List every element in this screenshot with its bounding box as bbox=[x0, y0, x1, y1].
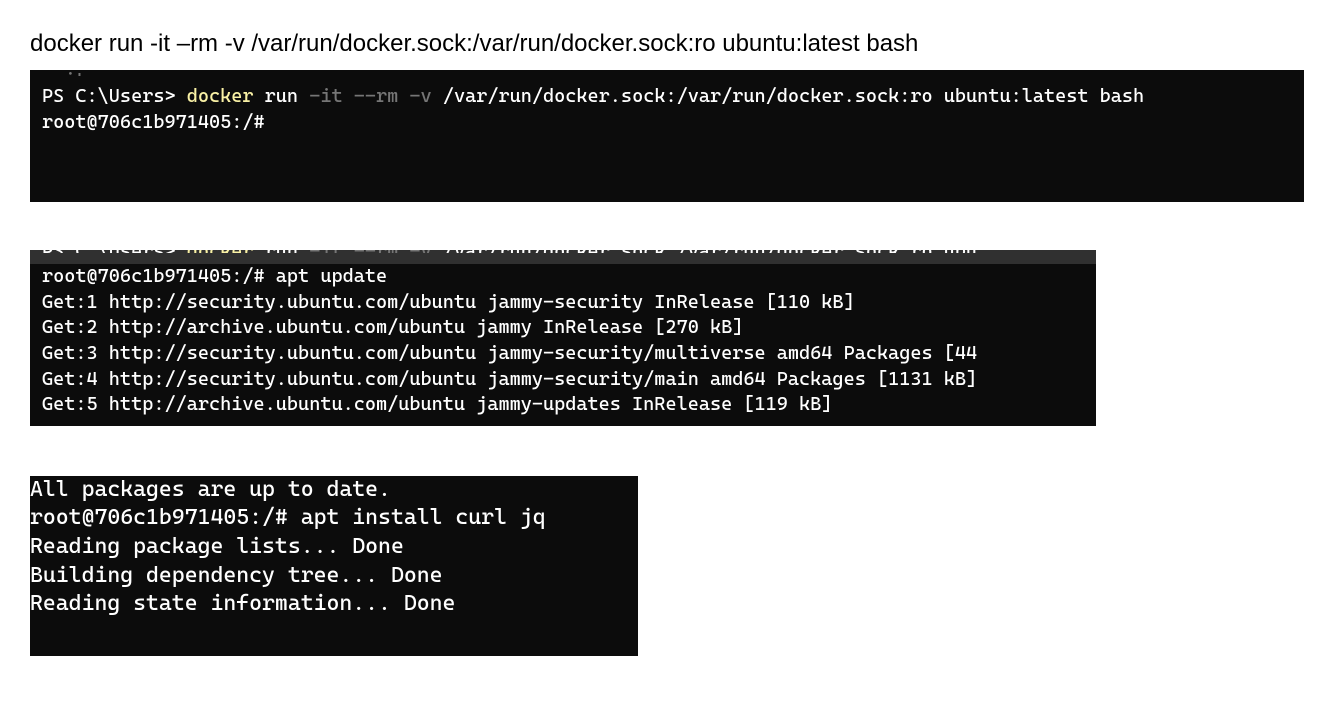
terminal-3-line1: All packages are up to date. bbox=[30, 477, 391, 502]
terminal-2-line1-docker: docker bbox=[187, 250, 254, 253]
terminal-3-line3: Reading package lists... Done bbox=[30, 534, 404, 559]
terminal-3-line5: Reading state information... Done bbox=[30, 591, 455, 616]
terminal-2-line1-prompt: PS C:\Users> bbox=[42, 250, 187, 253]
terminal-2-line2: root@706c1b971405:/# apt update bbox=[42, 265, 387, 287]
terminal-block-3: All packages are up to date. root@706c1b… bbox=[30, 476, 638, 656]
terminal-2-line1-rest1: run bbox=[254, 250, 310, 253]
terminal-1-exit-fragment: exit bbox=[42, 70, 1292, 76]
page-title: docker run -it –rm -v /var/run/docker.so… bbox=[30, 30, 1290, 58]
terminal-2-line3: Get:1 http://security.ubuntu.com/ubuntu … bbox=[42, 291, 855, 313]
terminal-1-cmd-flags: -it --rm -v bbox=[309, 85, 431, 107]
terminal-block-1: exitPS C:\Users> docker run -it --rm -v … bbox=[30, 70, 1304, 202]
terminal-2-line7: Get:5 http://archive.ubuntu.com/ubuntu j… bbox=[42, 393, 832, 415]
terminal-1-cmd-rest2: /var/run/docker.sock:/var/run/docker.soc… bbox=[432, 85, 1145, 107]
terminal-1-line2: root@706c1b971405:/# bbox=[42, 111, 265, 133]
terminal-2-line4: Get:2 http://archive.ubuntu.com/ubuntu j… bbox=[42, 316, 743, 338]
terminal-3-line4: Building dependency tree... Done bbox=[30, 563, 443, 588]
terminal-3-line2: root@706c1b971405:/# apt install curl jq bbox=[30, 505, 546, 530]
terminal-2-line5: Get:3 http://security.ubuntu.com/ubuntu … bbox=[42, 342, 977, 364]
terminal-1-cmd-rest1: run bbox=[254, 85, 310, 107]
terminal-2-line1-flags: -it --rm -v bbox=[309, 250, 431, 253]
terminal-2-line1-rest2: /var/run/docker.sock:/var/run/docker.soc… bbox=[432, 250, 978, 253]
terminal-2-line6: Get:4 http://security.ubuntu.com/ubuntu … bbox=[42, 368, 977, 390]
terminal-block-2: PS C:\Users> docker run -it --rm -v /var… bbox=[30, 250, 1096, 426]
terminal-1-cmd-docker: docker bbox=[187, 85, 254, 107]
terminal-1-prompt: PS C:\Users> bbox=[42, 85, 187, 107]
